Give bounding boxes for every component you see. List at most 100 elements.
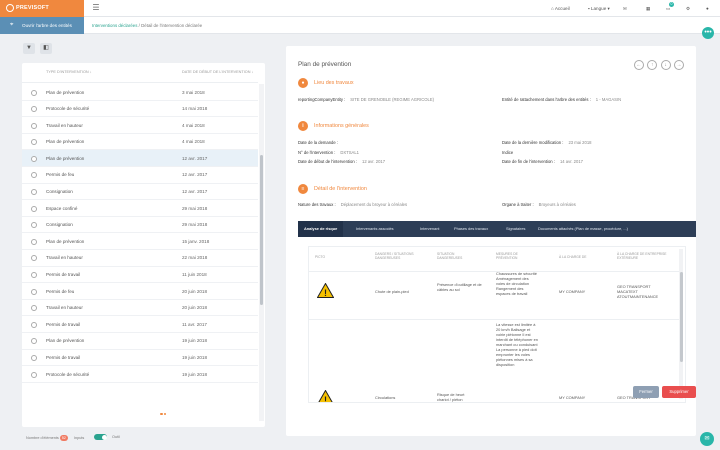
down-icon[interactable]: ↓ — [660, 60, 671, 70]
table-row[interactable]: Permis de feu 20 juin 2018 — [22, 283, 258, 300]
svg-text:!: ! — [324, 288, 327, 298]
table-row[interactable]: Permis de travail 11 juin 2018 — [22, 267, 258, 284]
row-date: 14 mai 2018 — [182, 106, 208, 112]
breadcrumb-interventions[interactable]: Interventions déclarées — [92, 23, 137, 28]
warning-icon: ! — [318, 390, 333, 403]
row-radio[interactable] — [31, 305, 37, 312]
loading-dots — [160, 411, 167, 417]
row-radio[interactable] — [31, 321, 37, 328]
table-row[interactable]: Plan de prévention 4 mai 2018 — [22, 134, 258, 151]
menu-toggle-icon[interactable]: ☰ — [91, 3, 101, 13]
row-date: 12 avr. 2017 — [182, 172, 208, 178]
row-type: Protocole de sécurité — [46, 106, 90, 112]
section-title-info: Informations générales — [314, 123, 369, 129]
table-row[interactable]: Permis de travail 19 juin 2018 — [22, 350, 258, 367]
table-row[interactable]: Plan de prévention 12 avr. 2017 — [22, 150, 258, 167]
col-dangers: DANGERS / SITUATIONS DANGEREUSES — [375, 252, 414, 260]
row-radio[interactable] — [31, 122, 37, 129]
row-radio[interactable] — [31, 189, 37, 196]
table-row[interactable]: Consignation 29 mai 2018 — [22, 217, 258, 234]
table-row[interactable]: Protocole de sécurité 19 juin 2018 — [22, 366, 258, 383]
row-type: Travail en hauteur — [46, 255, 83, 261]
row2-charge: MY COMPANY — [559, 395, 586, 400]
table-row[interactable]: Protocole de sécurité 14 mai 2018 — [22, 101, 258, 118]
table-row[interactable]: Plan de prévention 15 janv. 2018 — [22, 233, 258, 250]
row-type: Permis de travail — [46, 321, 81, 327]
gear-icon[interactable]: ⚙ — [686, 4, 690, 13]
more-options-icon[interactable]: ••• — [702, 27, 714, 39]
col-charge: À LA CHARGE DE — [559, 255, 587, 259]
delete-button[interactable]: Supprimer — [662, 386, 696, 398]
open-entity-tree-button[interactable]: ⌖ Ouvrir l'arbre des entités — [0, 17, 84, 34]
table-row[interactable]: Travail en hauteur 20 juin 2018 — [22, 300, 258, 317]
column-header-type[interactable]: TYPE D'INTERVENTION ↓ — [46, 70, 92, 74]
table-row[interactable]: Plan de prévention 19 juin 2018 — [22, 333, 258, 350]
svg-text:!: ! — [324, 395, 327, 403]
row-date: 19 juin 2018 — [182, 338, 208, 344]
row-date: 4 mai 2018 — [182, 122, 205, 128]
row-type: Permis de feu — [46, 172, 75, 178]
row-date: 11 avr. 2017 — [182, 321, 207, 327]
row-radio[interactable] — [31, 89, 37, 96]
col-ext: À LA CHARGE DE ENTREPRISE EXTÉRIEURE — [617, 252, 667, 260]
row1-situation: Présence d'outillage et de câbles au sol — [437, 282, 482, 292]
section-title-detail: Détail de l'intervention — [314, 186, 367, 192]
row-radio[interactable] — [31, 155, 37, 162]
row-radio[interactable] — [31, 139, 37, 146]
row-radio[interactable] — [31, 238, 37, 245]
tab-intervenants-associes[interactable]: Intervenants associés — [356, 221, 394, 237]
previous-icon[interactable]: ← — [633, 60, 644, 70]
row-radio[interactable] — [31, 106, 37, 113]
calendar-icon[interactable]: ▦ — [646, 4, 650, 13]
close-button[interactable]: Fermer — [633, 386, 659, 398]
inputs-outputs-toggle[interactable] — [94, 434, 107, 440]
table-row[interactable]: Consignation 12 avr. 2017 — [22, 184, 258, 201]
user-avatar-icon[interactable]: ● — [706, 4, 709, 13]
up-icon[interactable]: ↑ — [647, 60, 658, 70]
row-radio[interactable] — [31, 222, 37, 229]
sub-header: ⌖ Ouvrir l'arbre des entités Interventio… — [0, 17, 720, 34]
count-label: Nombre d'éléments — [26, 436, 59, 440]
tab-signataires[interactable]: Signataires — [506, 221, 525, 237]
brand-logo[interactable]: PREVISOFT — [0, 0, 84, 17]
row-radio[interactable] — [31, 172, 37, 179]
row-radio[interactable] — [31, 338, 37, 345]
home-link[interactable]: ⌂ Accueil — [551, 4, 570, 13]
table-row[interactable]: Permis de feu 12 avr. 2017 — [22, 167, 258, 184]
tab-documents[interactable]: Documents attachés (Plan de masse, procé… — [538, 221, 628, 237]
row-date: 20 juin 2018 — [182, 305, 208, 311]
next-icon[interactable]: → — [674, 60, 684, 70]
tab-intervenant[interactable]: Intervenant — [420, 221, 439, 237]
risk-table-scroll-thumb[interactable] — [679, 272, 683, 362]
tab-analyse-risque[interactable]: Analyse de risque — [298, 221, 344, 237]
previsoft-logo-icon — [6, 4, 14, 12]
list-footer: Nombre d'éléments 52 Inputs Outil — [26, 434, 120, 445]
chat-icon[interactable]: ✉ — [623, 4, 627, 13]
list-rows: Plan de prévention 3 mai 2018 Protocole de… — [22, 84, 258, 383]
table-row[interactable]: Plan de prévention 3 mai 2018 — [22, 84, 258, 101]
row2-mesures: La vitesse est limitée à 20 km/h Balisag… — [496, 322, 538, 367]
column-header-date[interactable]: DATE DE DÉBUT DE L'INTERVENTION ↓ — [182, 70, 253, 74]
table-row[interactable]: Permis de travail 11 avr. 2017 — [22, 316, 258, 333]
table-row[interactable]: Travail en hauteur 4 mai 2018 — [22, 117, 258, 134]
row-type: Protocole de sécurité — [46, 371, 90, 377]
row-type: Consignation — [46, 222, 73, 228]
language-dropdown[interactable]: ▪ Langue ▾ — [588, 4, 610, 13]
row-radio[interactable] — [31, 288, 37, 295]
row-radio[interactable] — [31, 255, 37, 262]
tab-phases-travaux[interactable]: Phases des travaux — [454, 221, 488, 237]
columns-button[interactable]: ◧ — [40, 43, 52, 54]
filter-button[interactable]: ▼ — [23, 43, 35, 54]
list-scroll-thumb[interactable] — [260, 155, 263, 305]
row-radio[interactable] — [31, 205, 37, 212]
row-radio[interactable] — [31, 371, 37, 378]
table-row[interactable]: Travail en hauteur 22 mai 2018 — [22, 250, 258, 267]
table-row[interactable]: Espace confiné 29 mai 2018 — [22, 200, 258, 217]
row-radio[interactable] — [31, 272, 37, 279]
row-radio[interactable] — [31, 355, 37, 361]
row-date: 19 juin 2018 — [182, 355, 208, 360]
row-type: Plan de prévention — [46, 139, 85, 145]
count-badge: 52 — [59, 435, 68, 441]
row-date: 22 mai 2018 — [182, 255, 208, 261]
chat-support-icon[interactable]: ✉ — [700, 432, 714, 446]
